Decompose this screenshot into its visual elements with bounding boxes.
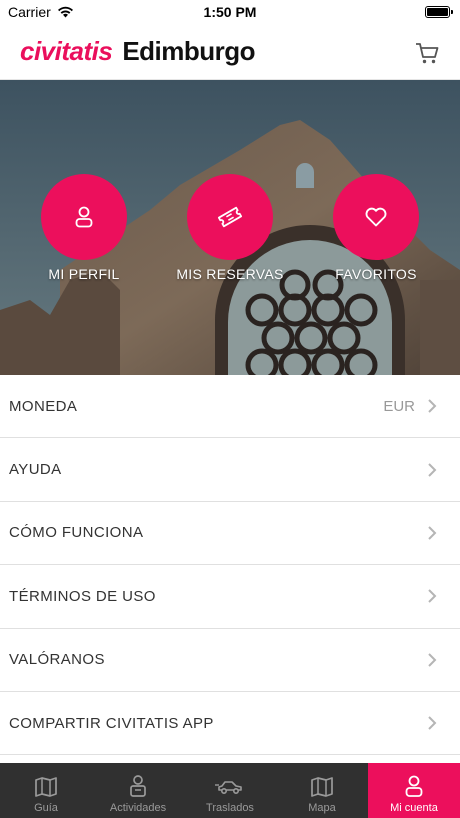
menu-item-currency[interactable]: MONEDA EUR <box>0 375 460 439</box>
activities-icon <box>130 775 146 797</box>
favorites-button[interactable] <box>333 174 419 260</box>
heart-icon <box>365 207 387 227</box>
tab-label: Mapa <box>308 802 336 814</box>
tab-label: Mi cuenta <box>390 802 438 814</box>
tab-my-account[interactable]: Mi cuenta <box>368 763 460 818</box>
menu-item-label: COMPARTIR CIVITATIS APP <box>9 714 214 732</box>
favorites-label[interactable]: FAVORITOS <box>306 266 446 282</box>
hero-banner: MI PERFIL MIS RESERVAS FAVORITOS <box>0 80 460 375</box>
menu-item-label: VALÓRANOS <box>9 651 105 669</box>
app-header: civitatis Edimburgo <box>0 24 460 80</box>
menu-item-rate-us[interactable]: VALÓRANOS <box>0 629 460 692</box>
transfer-car-icon <box>215 781 242 795</box>
chevron-right-icon <box>428 589 437 604</box>
chevron-right-icon <box>428 462 437 477</box>
bottom-tab-bar: Guía Actividades Traslados Mapa Mi cuent… <box>0 763 460 818</box>
my-profile-button[interactable] <box>41 174 127 260</box>
my-bookings-button[interactable] <box>187 174 273 260</box>
chevron-right-icon <box>428 399 437 413</box>
tab-label: Traslados <box>206 802 254 814</box>
user-icon <box>405 775 423 797</box>
chevron-right-icon <box>428 716 437 730</box>
menu-item-terms[interactable]: TÉRMINOS DE USO <box>0 565 460 629</box>
battery-icon <box>425 6 453 18</box>
menu-item-how-it-works[interactable]: CÓMO FUNCIONA <box>0 502 460 566</box>
menu-item-label: MONEDA <box>9 397 78 415</box>
cart-icon[interactable] <box>414 40 440 66</box>
my-profile-label[interactable]: MI PERFIL <box>14 266 154 282</box>
my-bookings-label[interactable]: MIS RESERVAS <box>160 266 300 282</box>
account-menu-list: MONEDA EUR AYUDA CÓMO FUNCIONA TÉRMINOS … <box>0 375 460 756</box>
map-icon <box>311 777 333 797</box>
user-icon <box>75 206 93 228</box>
menu-item-help[interactable]: AYUDA <box>0 438 460 502</box>
tab-guide[interactable]: Guía <box>0 763 92 818</box>
menu-item-label: TÉRMINOS DE USO <box>9 587 156 605</box>
ticket-icon <box>217 206 243 228</box>
status-left: Carrier <box>8 4 74 20</box>
menu-item-label: AYUDA <box>9 461 62 479</box>
carrier-label: Carrier <box>8 4 51 20</box>
tab-map[interactable]: Mapa <box>276 763 368 818</box>
tab-transfers[interactable]: Traslados <box>184 763 276 818</box>
status-bar: Carrier 1:50 PM <box>0 0 460 24</box>
currency-value: EUR <box>383 397 415 415</box>
tab-label: Guía <box>34 802 58 814</box>
menu-item-share-app[interactable]: COMPARTIR CIVITATIS APP <box>0 692 460 756</box>
chevron-right-icon <box>428 653 437 667</box>
tab-label: Actividades <box>109 802 167 814</box>
wifi-icon <box>57 6 73 18</box>
menu-item-label: CÓMO FUNCIONA <box>9 524 144 542</box>
page-title: Edimburgo <box>122 36 256 66</box>
guide-map-icon <box>35 777 57 797</box>
chevron-right-icon <box>428 526 437 540</box>
brand-logo[interactable]: civitatis <box>20 36 113 67</box>
status-time: 1:50 PM <box>203 4 257 20</box>
tab-activities[interactable]: Actividades <box>92 763 184 818</box>
